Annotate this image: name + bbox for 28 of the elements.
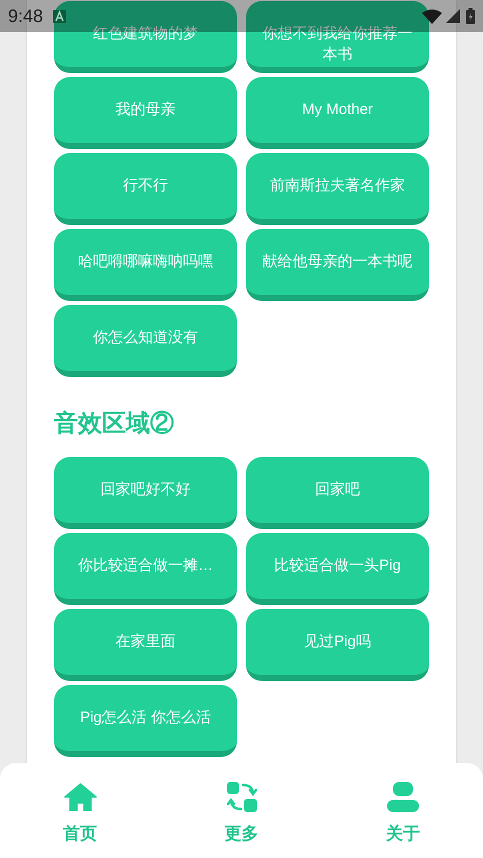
sound-button[interactable]: 比较适合做一头Pig [246, 533, 429, 605]
sound-button[interactable]: 你比较适合做一摊… [54, 533, 237, 605]
notification-icon [53, 10, 66, 22]
swap-squares-icon [226, 782, 256, 812]
status-time: 9:48 [8, 4, 44, 28]
sound-button[interactable]: 在家里面 [54, 609, 237, 681]
sound-button[interactable]: 你怎么知道没有 [54, 305, 237, 377]
sound-button[interactable]: 我的母亲 [54, 77, 237, 149]
sound-button[interactable]: 献给他母亲的一本书呢 [246, 229, 429, 301]
nav-tab[interactable]: 关于 [386, 821, 420, 846]
sound-button[interactable]: 前南斯拉夫著名作家 [246, 153, 429, 225]
nav-tab[interactable]: 首页 [63, 821, 97, 846]
sound-button[interactable]: 回家吧好不好 [54, 457, 237, 529]
wifi-icon [422, 8, 442, 24]
sound-button[interactable]: 行不行 [54, 153, 237, 225]
user-icon [387, 782, 419, 812]
sound-button[interactable]: 见过Pig吗 [246, 609, 429, 681]
sound-button[interactable]: 你想不到我给你推荐一本书 [246, 1, 429, 73]
battery-icon [466, 8, 475, 24]
section-title: 音效区域② [54, 409, 175, 439]
sound-button[interactable]: 红色建筑物的梦 [54, 1, 237, 73]
nav-tab[interactable]: 更多 [224, 821, 258, 846]
sound-button[interactable]: My Mother [246, 77, 429, 149]
sound-button[interactable]: 回家吧 [246, 457, 429, 529]
home-icon [64, 783, 96, 811]
sound-button[interactable]: Pig怎么活 你怎么活 [54, 685, 237, 757]
signal-icon [446, 9, 460, 23]
sound-button[interactable]: 哈吧嘚哪嘛嗨呐吗嘿 [54, 229, 237, 301]
